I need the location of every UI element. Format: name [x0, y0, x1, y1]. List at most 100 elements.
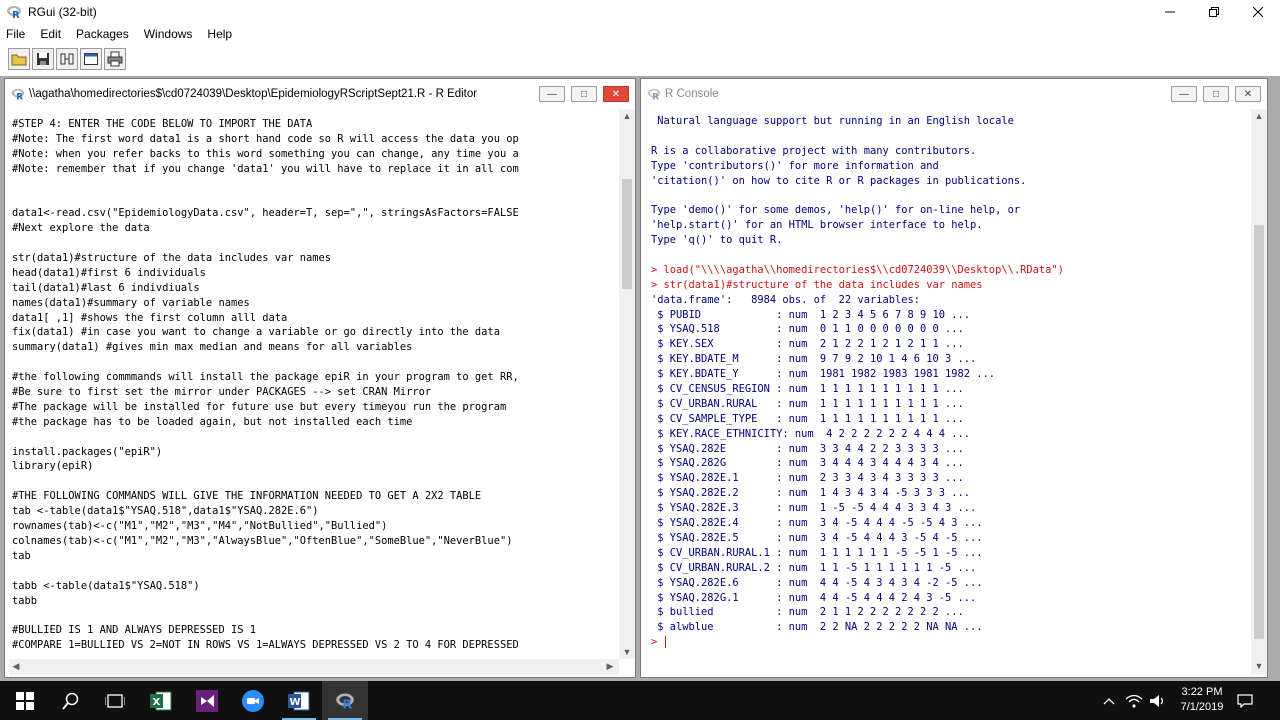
menu-packages[interactable]: Packages [76, 27, 129, 41]
save-icon [37, 53, 49, 65]
editor-code-line: data1[ ,1] #shows the first column alll … [12, 311, 288, 324]
close-icon: ✕ [1243, 88, 1253, 100]
console-maximize-button[interactable]: □ [1203, 86, 1229, 102]
task-view-icon [105, 693, 125, 708]
copy-paste-icon [60, 53, 74, 65]
scroll-up-icon[interactable]: ▲ [620, 111, 634, 121]
close-icon: ✕ [611, 88, 621, 100]
r-editor-text-area[interactable]: #STEP 4: ENTER THE CODE BELOW TO IMPORT … [12, 117, 618, 657]
zoom-icon [242, 689, 264, 712]
r-console-title-bar[interactable]: R R Console — □ ✕ [641, 79, 1267, 109]
editor-code-line: #Be sure to first set the mirror under P… [12, 386, 432, 399]
scroll-left-icon[interactable]: ◀ [9, 661, 23, 672]
console-input-line: > [651, 636, 666, 649]
notification-icon [1237, 693, 1253, 708]
r-console-title: R Console [665, 88, 719, 100]
show-hidden-icons-button[interactable] [1098, 681, 1120, 720]
console-output-line: $ YSAQ.282E : num 3 3 4 4 2 2 3 3 3 3 ..… [651, 442, 964, 455]
console-output-line: $ KEY.BDATE_M : num 9 7 9 2 10 1 4 6 10 … [651, 353, 977, 366]
console-output-line: $ YSAQ.282G.1 : num 4 4 -5 4 4 4 2 4 3 -… [651, 591, 977, 604]
volume-button[interactable] [1146, 681, 1170, 720]
action-center-button[interactable] [1232, 681, 1258, 720]
save-button[interactable] [32, 48, 54, 70]
console-output-line: $ alwblue : num 2 2 NA 2 2 2 2 2 NA NA .… [651, 621, 983, 634]
console-button[interactable] [80, 48, 102, 70]
r-logo-icon: R [11, 88, 25, 101]
copy-paste-button[interactable] [56, 48, 78, 70]
console-icon [84, 53, 98, 65]
open-script-icon [11, 54, 27, 66]
r-editor-window[interactable]: R \\agatha\homedirectories$\cd0724039\De… [4, 78, 636, 678]
console-output-line: $ YSAQ.282E.6 : num 4 4 -5 4 3 4 3 4 -2 … [651, 576, 983, 589]
zoom-taskbar-button[interactable] [230, 681, 276, 720]
scroll-right-icon[interactable]: ▶ [603, 661, 617, 672]
menu-file[interactable]: File [6, 27, 25, 41]
minimize-icon [1165, 11, 1175, 13]
network-button[interactable] [1122, 681, 1146, 720]
editor-code-line: #THE FOLLOWING COMMANDS WILL GIVE THE IN… [12, 490, 482, 503]
r-editor-title-bar[interactable]: R \\agatha\homedirectories$\cd0724039\De… [5, 79, 635, 109]
scroll-down-icon[interactable]: ▼ [1252, 661, 1266, 671]
close-button[interactable] [1236, 0, 1280, 24]
console-vscroll-thumb[interactable] [1254, 225, 1264, 639]
editor-maximize-button[interactable]: □ [571, 86, 597, 102]
svg-text:X: X [153, 697, 161, 708]
taskbar-clock[interactable]: 3:22 PM 7/1/2019 [1172, 685, 1232, 715]
r-console-window[interactable]: R R Console — □ ✕ Natural language suppo… [640, 78, 1268, 678]
r-editor-controls: — □ ✕ [533, 86, 629, 102]
r-editor-title: \\agatha\homedirectories$\cd0724039\Desk… [29, 88, 478, 100]
rgui-app: R RGui (32-bit) File Edit Packages Windo… [0, 0, 1280, 720]
console-cursor [664, 636, 666, 649]
editor-close-button[interactable]: ✕ [603, 86, 629, 102]
scroll-down-icon[interactable]: ▼ [620, 647, 634, 657]
search-button[interactable] [48, 681, 94, 720]
restore-button[interactable] [1192, 0, 1236, 24]
console-vertical-scrollbar[interactable]: ▲ ▼ [1251, 109, 1267, 675]
rgui-taskbar-button[interactable]: R [322, 681, 368, 720]
mdi-workspace: R \\agatha\homedirectories$\cd0724039\De… [0, 76, 1280, 681]
editor-code-line: fix(data1) #in case you want to change a… [12, 326, 500, 339]
svg-text:R: R [652, 92, 659, 101]
print-button[interactable] [104, 48, 126, 70]
menu-bar: File Edit Packages Windows Help [0, 24, 1280, 44]
console-minimize-button[interactable]: — [1171, 86, 1197, 102]
task-view-button[interactable] [92, 681, 138, 720]
menu-help[interactable]: Help [207, 27, 232, 41]
maximize-icon: □ [580, 88, 588, 100]
editor-vscroll-thumb[interactable] [622, 179, 632, 289]
editor-horizontal-scrollbar[interactable]: ◀ ▶ [9, 659, 619, 675]
editor-code-line: tabb [12, 594, 38, 607]
console-output-line: $ CV_URBAN.RURAL : num 1 1 1 1 1 1 1 1 1… [651, 397, 964, 410]
editor-code-line: tabb <-table(data1$"YSAQ.518") [12, 579, 200, 592]
editor-minimize-button[interactable]: — [539, 86, 565, 102]
menu-edit[interactable]: Edit [40, 27, 61, 41]
console-output-line: $ CV_URBAN.RURAL.2 : num 1 1 -5 1 1 1 1 … [651, 561, 977, 574]
editor-code-line: #STEP 4: ENTER THE CODE BELOW TO IMPORT … [12, 118, 313, 130]
windows-taskbar: X W R 3:22 PM 7/1/2019 [0, 681, 1280, 720]
editor-code-line [12, 191, 618, 206]
word-taskbar-button[interactable]: W [276, 681, 322, 720]
editor-code-line: library(epiR) [12, 460, 94, 473]
menu-windows[interactable]: Windows [144, 27, 193, 41]
editor-code-line: tail(data1)#last 6 indivdiuals [12, 281, 200, 294]
editor-vertical-scrollbar[interactable]: ▲ ▼ [619, 109, 635, 659]
editor-code-line: install.packages("epiR") [12, 445, 163, 458]
excel-taskbar-button[interactable]: X [138, 681, 184, 720]
clock-date: 7/1/2019 [1180, 701, 1224, 713]
app-title-bar[interactable]: R RGui (32-bit) [0, 0, 1280, 24]
minimize-button[interactable] [1148, 0, 1192, 24]
editor-code-line: #Note: The first word data1 is a short h… [12, 132, 519, 145]
start-button[interactable] [2, 681, 48, 720]
visual-studio-taskbar-button[interactable] [184, 681, 230, 720]
r-console-text-area[interactable]: Natural language support but running in … [651, 114, 1249, 654]
open-script-button[interactable] [8, 48, 30, 70]
console-output-line: Natural language support but running in … [651, 115, 1014, 127]
console-output-line: $ YSAQ.518 : num 0 1 1 0 0 0 0 0 0 0 ... [651, 323, 964, 336]
console-close-button[interactable]: ✕ [1235, 86, 1261, 102]
clock-time: 3:22 PM [1181, 686, 1223, 698]
console-output-line: $ YSAQ.282G : num 3 4 4 4 3 4 4 4 3 4 ..… [651, 457, 964, 470]
scroll-up-icon[interactable]: ▲ [1252, 111, 1266, 121]
svg-text:W: W [290, 697, 301, 708]
